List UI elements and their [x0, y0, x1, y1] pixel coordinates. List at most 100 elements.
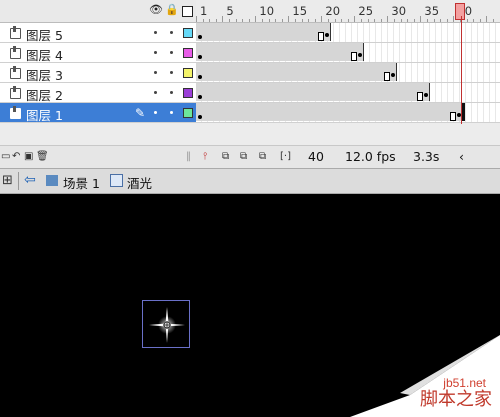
ruler-number: 30: [391, 4, 407, 18]
ruler-tick: [215, 19, 217, 22]
scene-breadcrumb[interactable]: 场景 1: [63, 173, 100, 192]
frame-span[interactable]: [196, 83, 430, 101]
outline-color-swatch[interactable]: [183, 108, 193, 118]
motion-guide-icon[interactable]: ↶: [12, 151, 20, 162]
frame-row[interactable]: [196, 23, 500, 43]
ruler-tick: [235, 19, 237, 22]
onion-markers-icon[interactable]: [·]: [280, 151, 291, 162]
ruler-tick: [202, 19, 204, 22]
keyframe-start[interactable]: [198, 115, 202, 119]
delete-icon[interactable]: 🗑: [36, 151, 49, 162]
frame-end-marker: [450, 112, 456, 121]
visibility-toggle[interactable]: [154, 71, 157, 74]
edit-multiple-icon[interactable]: ⧉: [259, 151, 266, 162]
current-frame: 40: [308, 149, 324, 164]
layer-row[interactable]: 图层 3: [0, 63, 196, 83]
visibility-toggle[interactable]: [154, 51, 157, 54]
frame-end-marker: [351, 52, 357, 61]
lock-toggle[interactable]: [170, 31, 173, 34]
ruler-tick: [473, 19, 475, 22]
layer-type-icon: [10, 26, 21, 39]
layer-row[interactable]: 图层 5: [0, 23, 196, 43]
ruler-tick: [222, 16, 224, 22]
divider: [18, 172, 19, 190]
scroll-left-icon[interactable]: ‹: [459, 149, 464, 164]
stage[interactable]: jb51.net 脚本之家: [0, 194, 500, 417]
visibility-toggle[interactable]: [154, 111, 157, 114]
lock-toggle[interactable]: [170, 51, 173, 54]
onion-outline-icon[interactable]: ⧉: [240, 151, 247, 162]
ruler-number: 1: [200, 4, 208, 18]
timeline-toggle-icon[interactable]: ⊞: [2, 173, 13, 188]
layer-name[interactable]: 图层 1: [26, 105, 63, 124]
layer-name[interactable]: 图层 2: [26, 85, 63, 104]
eye-icon[interactable]: 👁: [149, 4, 163, 16]
ruler-tick: [466, 19, 468, 22]
frame-span[interactable]: [196, 63, 397, 81]
keyframe-end[interactable]: [325, 33, 329, 37]
frame-grid[interactable]: [196, 23, 500, 123]
ruler-tick: [268, 19, 270, 22]
keyframe-start[interactable]: [198, 55, 202, 59]
keyframe-end[interactable]: [391, 73, 395, 77]
outline-color-swatch[interactable]: [183, 68, 193, 78]
layer-row[interactable]: 图层 4: [0, 43, 196, 63]
outline-icon[interactable]: [182, 6, 193, 17]
ruler-tick: [354, 16, 356, 22]
keyframe-end[interactable]: [358, 53, 362, 57]
frame-row[interactable]: [196, 63, 500, 83]
layer-row[interactable]: 图层 1 ✎: [0, 103, 196, 123]
ruler-tick: [334, 19, 336, 22]
keyframe-end[interactable]: [424, 93, 428, 97]
frame-row[interactable]: [196, 83, 500, 103]
ruler-tick: [433, 19, 435, 22]
layer-list: 图层 5 图层 4 图层 3 图层 2 图层 1 ✎: [0, 23, 196, 123]
edit-bar: ⊞ ⇦ 场景 1 酒光: [0, 168, 500, 194]
layer-row[interactable]: 图层 2: [0, 83, 196, 103]
ruler-tick: [209, 19, 211, 22]
playhead-line: [461, 16, 462, 124]
layer-name[interactable]: 图层 4: [26, 45, 63, 64]
visibility-toggle[interactable]: [154, 31, 157, 34]
timeline-footer: ▭ ↶ ▣ 🗑 ‖ ⫯ ⧉ ⧉ ⧉ [·] 40 12.0 fps 3.3s ‹: [0, 145, 500, 169]
keyframe-start[interactable]: [198, 95, 202, 99]
keyframe-start[interactable]: [198, 35, 202, 39]
outline-color-swatch[interactable]: [183, 48, 193, 58]
frame-row[interactable]: [196, 43, 500, 63]
layer-name[interactable]: 图层 3: [26, 65, 63, 84]
lock-toggle[interactable]: [170, 111, 173, 114]
frame-end-marker: [417, 92, 423, 101]
ruler-tick: [479, 19, 481, 22]
ruler-tick: [248, 19, 250, 22]
new-layer-icon[interactable]: ▭: [1, 151, 10, 162]
ruler-number: 35: [424, 4, 440, 18]
visibility-toggle[interactable]: [154, 91, 157, 94]
frame-span[interactable]: [196, 23, 331, 41]
outline-color-swatch[interactable]: [183, 88, 193, 98]
frame-span[interactable]: [196, 43, 364, 61]
ruler-tick: [446, 19, 448, 22]
scroll-handle-icon[interactable]: ‖: [186, 151, 191, 162]
center-frame-icon[interactable]: ⫯: [203, 151, 207, 162]
lock-toggle[interactable]: [170, 71, 173, 74]
playhead-handle[interactable]: [455, 3, 465, 20]
sparkle-symbol[interactable]: [142, 300, 190, 348]
frame-row[interactable]: [196, 103, 500, 123]
symbol-breadcrumb[interactable]: 酒光: [127, 173, 152, 192]
keyframe-start[interactable]: [198, 75, 202, 79]
frame-span[interactable]: [196, 103, 465, 121]
layer-name[interactable]: 图层 5: [26, 25, 63, 44]
outline-color-swatch[interactable]: [183, 28, 193, 38]
ruler-tick: [413, 19, 415, 22]
layer-type-icon: [10, 66, 21, 79]
layer-type-icon: [10, 46, 21, 59]
back-arrow-icon[interactable]: ⇦: [24, 172, 36, 188]
lock-icon[interactable]: 🔒: [165, 4, 179, 16]
onion-skin-icon[interactable]: ⧉: [222, 151, 229, 162]
ruler-tick: [275, 19, 277, 22]
ruler-number: 25: [358, 4, 374, 18]
layer-type-icon: [10, 106, 21, 119]
lock-toggle[interactable]: [170, 91, 173, 94]
folder-icon[interactable]: ▣: [24, 151, 33, 162]
sparkle-icon: [149, 307, 185, 343]
